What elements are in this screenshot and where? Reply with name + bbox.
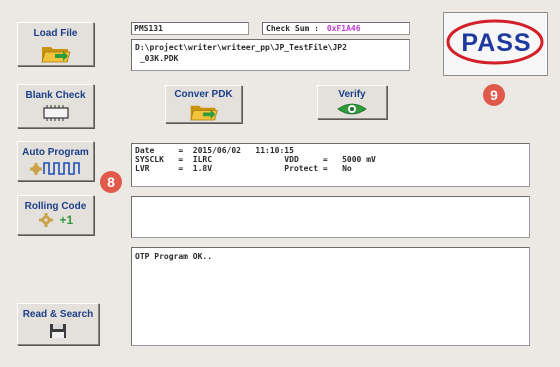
verify-button[interactable]: Verify [317,85,387,119]
chip-icon [42,105,69,121]
annotation-marker-8: 8 [100,171,122,193]
rolling-code-field[interactable] [131,196,530,238]
read-search-label: Read & Search [22,309,94,320]
log-output: OTP Program OK.. [131,247,530,346]
waveform-icon [29,162,80,175]
annotation-marker-9: 9 [483,84,505,106]
rolling-code-icons: +1 [18,213,93,229]
read-search-button[interactable]: Read & Search [17,303,99,345]
checksum-label: Check Sum : [266,24,319,33]
info-date-line: Date = 2015/06/02 11:10:15 [135,146,294,155]
rolling-code-button[interactable]: Rolling Code +1 [17,195,94,235]
programmer-panel: Load File Blank Check Conver PDK Verify [0,0,560,367]
increment-label: +1 [59,213,74,227]
pass-status: PASS [461,29,532,57]
chip-name-value: PMS131 [134,24,163,33]
eye-icon [337,103,367,115]
info-sysclk-line: SYSCLK = ILRC VDD = 5000 mV [135,155,376,164]
load-file-button[interactable]: Load File [17,22,94,66]
info-lvr-line: LVR = 1.8V Protect = No [135,164,352,173]
file-path-line1: D:\project\writer\writeer_pp\JP_TestFile… [135,43,347,52]
chip-name-field[interactable]: PMS131 [131,22,249,35]
gear-icon [38,213,53,227]
result-panel: PASS [443,12,548,76]
convert-pdk-button[interactable]: Conver PDK [165,85,242,123]
file-path-line2: _03K.PDK [135,54,179,63]
blank-check-button[interactable]: Blank Check [17,84,94,128]
folder-icon [40,47,71,63]
verify-label: Verify [338,89,366,100]
checksum-value: 0xF1A46 [326,24,361,33]
folder-icon [189,105,218,121]
log-message: OTP Program OK.. [135,252,213,261]
auto-program-button[interactable]: Auto Program [17,141,94,181]
auto-program-label: Auto Program [22,147,89,158]
floppy-disk-icon [50,324,66,338]
blank-check-label: Blank Check [25,90,86,101]
device-info-box: Date = 2015/06/02 11:10:15 SYSCLK = ILRC… [131,143,530,187]
load-file-label: Load File [33,28,78,39]
file-path-field[interactable]: D:\project\writer\writeer_pp\JP_TestFile… [131,39,410,71]
rolling-code-label: Rolling Code [24,201,87,212]
checksum-field: Check Sum : 0xF1A46 [262,22,410,35]
convert-pdk-label: Conver PDK [174,89,233,100]
